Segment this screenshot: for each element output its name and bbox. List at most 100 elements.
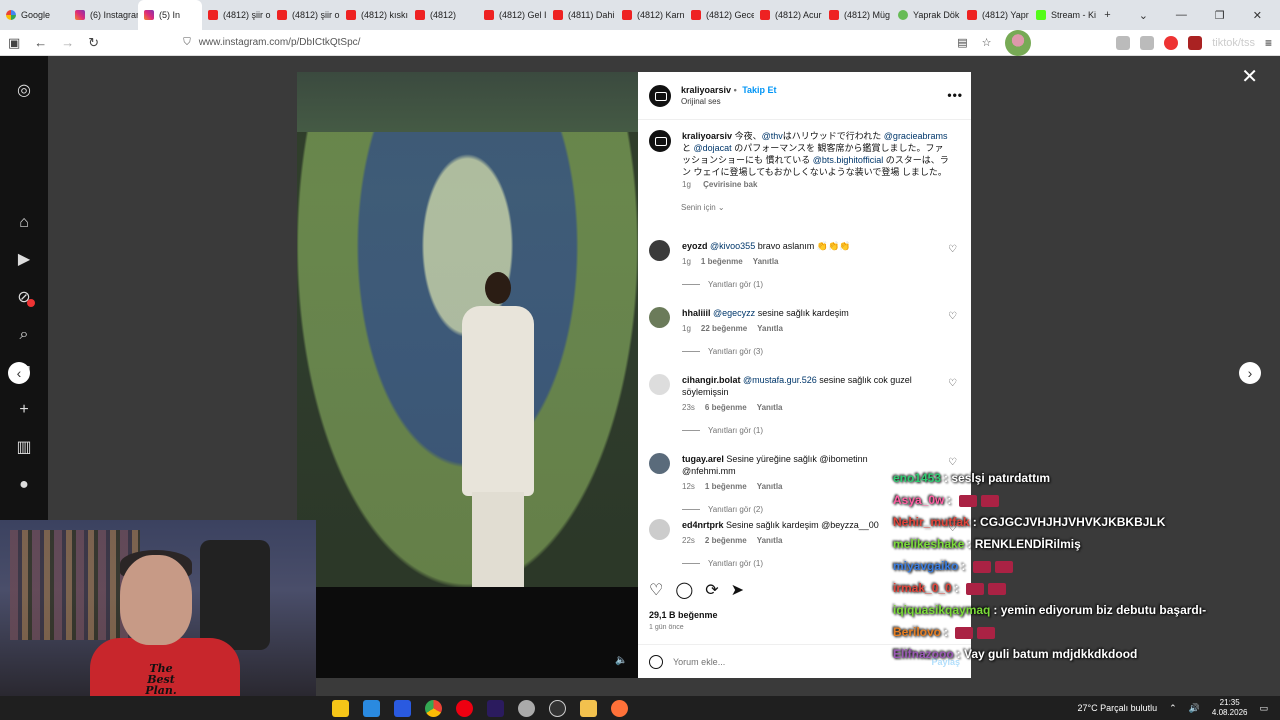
see-translation-link[interactable]: Çevirisine bak: [703, 180, 757, 189]
weather-text[interactable]: 27°C Parçalı bulutlu: [1077, 703, 1157, 713]
comment-mention[interactable]: @egecyzz: [713, 308, 755, 318]
caption-avatar[interactable]: [649, 130, 671, 152]
comment-mention[interactable]: @kivoo355: [710, 241, 755, 251]
clock[interactable]: 21:35 4.08.2026: [1212, 698, 1248, 718]
browser-tab[interactable]: Yaprak Dök: [892, 0, 961, 30]
previous-post-icon[interactable]: ‹: [8, 362, 30, 384]
comment-likes[interactable]: 2 beğenme: [705, 536, 747, 545]
view-replies-link[interactable]: Yanıtları gör (3): [682, 347, 961, 356]
reply-button[interactable]: Yanıtla: [757, 482, 783, 491]
site-info-icon[interactable]: ⛉: [183, 37, 191, 48]
premiere-icon[interactable]: [487, 699, 504, 717]
comment-icon[interactable]: ◯: [675, 580, 693, 600]
follow-button[interactable]: Takip Et: [742, 85, 776, 95]
opera-icon[interactable]: [456, 699, 473, 717]
share-icon[interactable]: ➤: [731, 580, 744, 600]
comment-like-icon[interactable]: ♡: [948, 311, 957, 322]
caption-mention[interactable]: @bts.bighitofficial: [813, 155, 884, 165]
new-tab-icon[interactable]: +: [1104, 9, 1110, 22]
bookmark-star-icon[interactable]: ☆: [982, 36, 992, 49]
close-icon[interactable]: ✕: [1241, 64, 1258, 89]
search-icon[interactable]: ⌕: [15, 326, 33, 344]
minimize-icon[interactable]: —: [1176, 9, 1187, 22]
profile-icon[interactable]: ●: [15, 476, 33, 494]
browser-tab[interactable]: (4811) Dahi: [547, 0, 616, 30]
browser-tab[interactable]: (5) In: [138, 0, 202, 30]
browser-tab[interactable]: (4812) Gece: [685, 0, 754, 30]
commenter-avatar[interactable]: [649, 307, 670, 328]
firefox-icon[interactable]: [611, 699, 628, 717]
account-icon[interactable]: [1116, 35, 1131, 50]
shield-extension-icon[interactable]: [1188, 35, 1203, 50]
comment-likes[interactable]: 1 beğenme: [705, 482, 747, 491]
ad-block-icon[interactable]: [1164, 35, 1179, 50]
chat-username[interactable]: eno1453: [893, 471, 941, 485]
view-replies-link[interactable]: Yanıtları gör (1): [682, 426, 961, 435]
more-options-icon[interactable]: •••: [947, 88, 963, 102]
forward-icon[interactable]: →: [61, 35, 74, 50]
browser-tab[interactable]: Google: [0, 0, 69, 30]
insights-icon[interactable]: ▥: [15, 439, 33, 457]
commenter-avatar[interactable]: [649, 453, 670, 474]
chat-username[interactable]: Asya_0w: [893, 493, 944, 507]
commenter-username[interactable]: eyozd: [682, 241, 708, 251]
browser-tab[interactable]: (4812) Yapr: [961, 0, 1030, 30]
author-avatar[interactable]: [649, 84, 671, 107]
like-icon[interactable]: ♡: [649, 580, 663, 600]
chat-username[interactable]: irmak_0_0: [893, 581, 952, 595]
chat-username[interactable]: melikeshake: [893, 537, 964, 551]
chat-username[interactable]: Nehir_mutfak: [893, 515, 970, 529]
chat-username[interactable]: iqiquasikqaymaq: [893, 603, 990, 617]
caption-username[interactable]: kraliyoarsiv: [682, 131, 732, 141]
comment-likes[interactable]: 1 beğenme: [701, 257, 743, 266]
browser-tab[interactable]: (4812) kıskı: [340, 0, 409, 30]
add-comment-input[interactable]: Yorum ekle...: [673, 657, 725, 667]
commenter-avatar[interactable]: [649, 240, 670, 261]
commenter-username[interactable]: hhaliiil: [682, 308, 711, 318]
commenter-avatar[interactable]: [649, 374, 670, 395]
commenter-username[interactable]: cihangir.bolat: [682, 375, 741, 385]
reply-button[interactable]: Yanıtla: [757, 324, 783, 333]
browser-tab[interactable]: (4812): [409, 0, 478, 30]
like-count[interactable]: 29,1 B beğenme: [649, 610, 718, 620]
browser-tab[interactable]: (4812) Müg: [823, 0, 892, 30]
app-icon[interactable]: [394, 699, 411, 717]
chat-username[interactable]: Elifnazooo: [893, 647, 954, 661]
notification-icon[interactable]: ▭: [1259, 703, 1268, 714]
browser-tab[interactable]: (6) Instagram: [69, 0, 138, 30]
view-replies-link[interactable]: Yanıtları gör (1): [682, 280, 961, 289]
author-username[interactable]: kraliyoarsiv: [681, 85, 731, 95]
folder-icon[interactable]: [580, 699, 597, 717]
close-window-icon[interactable]: ✕: [1253, 9, 1262, 22]
post-video[interactable]: 🔈: [297, 72, 638, 678]
comment-likes[interactable]: 6 beğenme: [705, 403, 747, 412]
tray-chevron-icon[interactable]: ⌃: [1169, 703, 1177, 714]
browser-tab[interactable]: (4812) şiir o: [271, 0, 340, 30]
sidebar-toggle-icon[interactable]: ▣: [8, 35, 20, 51]
next-post-icon[interactable]: ›: [1239, 362, 1261, 384]
comment-mention[interactable]: @mustafa.gur.526: [743, 375, 817, 385]
browser-tab[interactable]: Stream - Ki: [1030, 0, 1099, 30]
browser-tab[interactable]: (4812) Gel I: [478, 0, 547, 30]
extensions-icon[interactable]: [1140, 35, 1155, 50]
reply-button[interactable]: Yanıtla: [757, 536, 783, 545]
speaker-icon[interactable]: 🔊: [1189, 703, 1200, 714]
comment-likes[interactable]: 22 beğenme: [701, 324, 747, 333]
game-icon[interactable]: [518, 699, 535, 717]
tab-list-icon[interactable]: ⌄: [1139, 9, 1148, 22]
profile-avatar[interactable]: [1005, 29, 1032, 56]
browser-tab[interactable]: (4812) şiir o: [202, 0, 271, 30]
audio-label[interactable]: Orijinal ses: [681, 97, 777, 106]
comment-like-icon[interactable]: ♡: [948, 244, 957, 255]
chat-username[interactable]: miyavgaiko: [893, 559, 958, 573]
caption-mention[interactable]: @dojacat: [694, 143, 732, 153]
instagram-logo-icon[interactable]: ◎: [15, 82, 33, 100]
comment-like-icon[interactable]: ♡: [948, 378, 957, 389]
reply-button[interactable]: Yanıtla: [757, 403, 783, 412]
browser-tab[interactable]: (4812) Acur: [754, 0, 823, 30]
reply-button[interactable]: Yanıtla: [753, 257, 779, 266]
caption-mention[interactable]: @gracieabrams: [884, 131, 948, 141]
emoji-icon[interactable]: [649, 654, 663, 669]
browser-tab[interactable]: (4812) Karn: [616, 0, 685, 30]
commenter-avatar[interactable]: [649, 519, 670, 540]
